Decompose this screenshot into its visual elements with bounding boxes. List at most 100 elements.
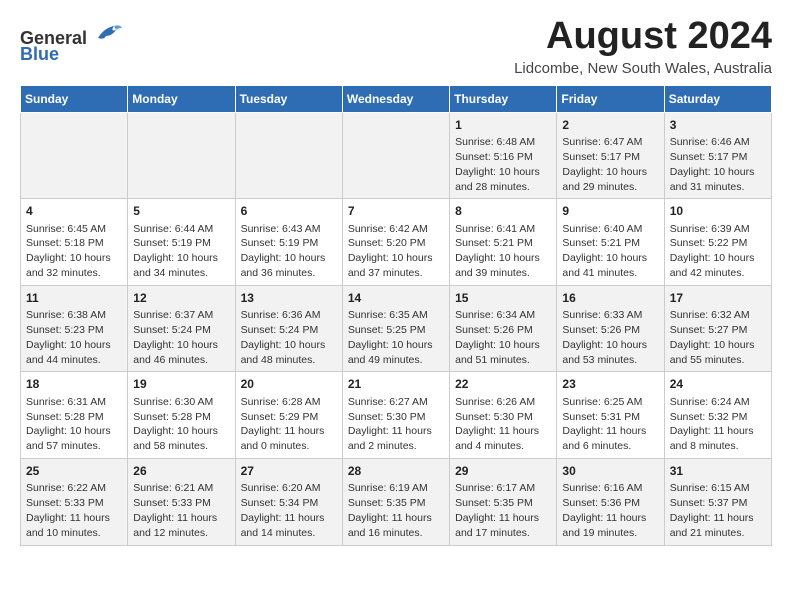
calendar-cell: 16 Sunrise: 6:33 AM Sunset: 5:26 PM Dayli… xyxy=(557,285,664,372)
calendar-cell xyxy=(342,112,449,199)
calendar-cell: 29 Sunrise: 6:17 AM Sunset: 5:35 PM Dayli… xyxy=(450,459,557,546)
calendar-cell: 11 Sunrise: 6:38 AM Sunset: 5:23 PM Dayli… xyxy=(21,285,128,372)
day-info: Sunrise: 6:40 AM Sunset: 5:21 PM Dayligh… xyxy=(562,223,647,280)
day-number: 25 xyxy=(26,463,122,479)
calendar-cell: 4 Sunrise: 6:45 AM Sunset: 5:18 PM Daylig… xyxy=(21,199,128,286)
calendar-cell: 17Sunrise: 6:32 AM Sunset: 5:27 PM Dayli… xyxy=(664,285,771,372)
day-info: Sunrise: 6:31 AM Sunset: 5:28 PM Dayligh… xyxy=(26,396,111,453)
calendar-cell: 6 Sunrise: 6:43 AM Sunset: 5:19 PM Daylig… xyxy=(235,199,342,286)
calendar-cell: 8 Sunrise: 6:41 AM Sunset: 5:21 PM Daylig… xyxy=(450,199,557,286)
calendar-cell: 18 Sunrise: 6:31 AM Sunset: 5:28 PM Dayli… xyxy=(21,372,128,459)
calendar-cell xyxy=(235,112,342,199)
day-number: 14 xyxy=(348,290,444,306)
day-info: Sunrise: 6:39 AM Sunset: 5:22 PM Dayligh… xyxy=(670,223,755,280)
day-number: 8 xyxy=(455,203,551,219)
day-info: Sunrise: 6:17 AM Sunset: 5:35 PM Dayligh… xyxy=(455,482,539,539)
day-number: 23 xyxy=(562,376,658,392)
day-info: Sunrise: 6:15 AM Sunset: 5:37 PM Dayligh… xyxy=(670,482,754,539)
header: General Blue August 2024 Lidcombe, New S… xyxy=(20,16,772,77)
day-info: Sunrise: 6:43 AM Sunset: 5:19 PM Dayligh… xyxy=(241,223,326,280)
calendar-cell: 31Sunrise: 6:15 AM Sunset: 5:37 PM Dayli… xyxy=(664,459,771,546)
day-info: Sunrise: 6:47 AM Sunset: 5:17 PM Dayligh… xyxy=(562,136,647,193)
day-number: 1 xyxy=(455,117,551,133)
calendar-cell: 21 Sunrise: 6:27 AM Sunset: 5:30 PM Dayli… xyxy=(342,372,449,459)
day-number: 29 xyxy=(455,463,551,479)
day-number: 20 xyxy=(241,376,337,392)
title-area: August 2024 Lidcombe, New South Wales, A… xyxy=(514,16,772,77)
day-info: Sunrise: 6:24 AM Sunset: 5:32 PM Dayligh… xyxy=(670,396,754,453)
day-info: Sunrise: 6:20 AM Sunset: 5:34 PM Dayligh… xyxy=(241,482,325,539)
day-info: Sunrise: 6:38 AM Sunset: 5:23 PM Dayligh… xyxy=(26,309,111,366)
day-info: Sunrise: 6:35 AM Sunset: 5:25 PM Dayligh… xyxy=(348,309,433,366)
day-info: Sunrise: 6:37 AM Sunset: 5:24 PM Dayligh… xyxy=(133,309,218,366)
day-number: 15 xyxy=(455,290,551,306)
day-info: Sunrise: 6:44 AM Sunset: 5:19 PM Dayligh… xyxy=(133,223,218,280)
day-number: 18 xyxy=(26,376,122,392)
week-row-4: 18 Sunrise: 6:31 AM Sunset: 5:28 PM Dayli… xyxy=(21,372,772,459)
calendar-cell: 5 Sunrise: 6:44 AM Sunset: 5:19 PM Daylig… xyxy=(128,199,235,286)
location-subtitle: Lidcombe, New South Wales, Australia xyxy=(514,60,772,77)
day-number: 21 xyxy=(348,376,444,392)
day-info: Sunrise: 6:46 AM Sunset: 5:17 PM Dayligh… xyxy=(670,136,755,193)
calendar-cell xyxy=(21,112,128,199)
calendar-cell: 7Sunrise: 6:42 AM Sunset: 5:20 PM Daylig… xyxy=(342,199,449,286)
day-number: 11 xyxy=(26,290,122,306)
calendar-cell: 3Sunrise: 6:46 AM Sunset: 5:17 PM Daylig… xyxy=(664,112,771,199)
week-row-5: 25 Sunrise: 6:22 AM Sunset: 5:33 PM Dayli… xyxy=(21,459,772,546)
calendar-cell: 12 Sunrise: 6:37 AM Sunset: 5:24 PM Dayli… xyxy=(128,285,235,372)
calendar-cell: 14 Sunrise: 6:35 AM Sunset: 5:25 PM Dayli… xyxy=(342,285,449,372)
day-info: Sunrise: 6:33 AM Sunset: 5:26 PM Dayligh… xyxy=(562,309,647,366)
day-number: 10 xyxy=(670,203,766,219)
calendar-cell: 10 Sunrise: 6:39 AM Sunset: 5:22 PM Dayli… xyxy=(664,199,771,286)
calendar-cell: 23 Sunrise: 6:25 AM Sunset: 5:31 PM Dayli… xyxy=(557,372,664,459)
day-info: Sunrise: 6:48 AM Sunset: 5:16 PM Dayligh… xyxy=(455,136,540,193)
day-number: 4 xyxy=(26,203,122,219)
day-info: Sunrise: 6:19 AM Sunset: 5:35 PM Dayligh… xyxy=(348,482,432,539)
day-info: Sunrise: 6:25 AM Sunset: 5:31 PM Dayligh… xyxy=(562,396,646,453)
day-info: Sunrise: 6:45 AM Sunset: 5:18 PM Dayligh… xyxy=(26,223,111,280)
day-info: Sunrise: 6:16 AM Sunset: 5:36 PM Dayligh… xyxy=(562,482,646,539)
day-info: Sunrise: 6:41 AM Sunset: 5:21 PM Dayligh… xyxy=(455,223,540,280)
week-row-2: 4 Sunrise: 6:45 AM Sunset: 5:18 PM Daylig… xyxy=(21,199,772,286)
day-header-sunday: Sunday xyxy=(21,85,128,112)
day-info: Sunrise: 6:34 AM Sunset: 5:26 PM Dayligh… xyxy=(455,309,540,366)
calendar-cell xyxy=(128,112,235,199)
month-title: August 2024 xyxy=(514,16,772,58)
day-number: 22 xyxy=(455,376,551,392)
day-number: 27 xyxy=(241,463,337,479)
calendar-table: SundayMondayTuesdayWednesdayThursdayFrid… xyxy=(20,85,772,546)
day-number: 6 xyxy=(241,203,337,219)
day-info: Sunrise: 6:32 AM Sunset: 5:27 PM Dayligh… xyxy=(670,309,755,366)
calendar-cell: 26 Sunrise: 6:21 AM Sunset: 5:33 PM Dayli… xyxy=(128,459,235,546)
calendar-cell: 15 Sunrise: 6:34 AM Sunset: 5:26 PM Dayli… xyxy=(450,285,557,372)
day-number: 5 xyxy=(133,203,229,219)
day-info: Sunrise: 6:36 AM Sunset: 5:24 PM Dayligh… xyxy=(241,309,326,366)
day-number: 2 xyxy=(562,117,658,133)
day-number: 12 xyxy=(133,290,229,306)
day-info: Sunrise: 6:21 AM Sunset: 5:33 PM Dayligh… xyxy=(133,482,217,539)
day-header-tuesday: Tuesday xyxy=(235,85,342,112)
day-header-friday: Friday xyxy=(557,85,664,112)
day-info: Sunrise: 6:27 AM Sunset: 5:30 PM Dayligh… xyxy=(348,396,432,453)
day-header-wednesday: Wednesday xyxy=(342,85,449,112)
day-info: Sunrise: 6:28 AM Sunset: 5:29 PM Dayligh… xyxy=(241,396,325,453)
day-info: Sunrise: 6:22 AM Sunset: 5:33 PM Dayligh… xyxy=(26,482,110,539)
day-header-monday: Monday xyxy=(128,85,235,112)
day-number: 9 xyxy=(562,203,658,219)
calendar-cell: 20 Sunrise: 6:28 AM Sunset: 5:29 PM Dayli… xyxy=(235,372,342,459)
day-info: Sunrise: 6:42 AM Sunset: 5:20 PM Dayligh… xyxy=(348,223,433,280)
calendar-cell: 25 Sunrise: 6:22 AM Sunset: 5:33 PM Dayli… xyxy=(21,459,128,546)
day-header-thursday: Thursday xyxy=(450,85,557,112)
day-info: Sunrise: 6:30 AM Sunset: 5:28 PM Dayligh… xyxy=(133,396,218,453)
day-info: Sunrise: 6:26 AM Sunset: 5:30 PM Dayligh… xyxy=(455,396,539,453)
logo-bird-icon xyxy=(94,20,122,44)
logo: General Blue xyxy=(20,20,122,65)
calendar-cell: 28Sunrise: 6:19 AM Sunset: 5:35 PM Dayli… xyxy=(342,459,449,546)
day-number: 24 xyxy=(670,376,766,392)
day-number: 26 xyxy=(133,463,229,479)
day-number: 16 xyxy=(562,290,658,306)
day-number: 30 xyxy=(562,463,658,479)
header-row: SundayMondayTuesdayWednesdayThursdayFrid… xyxy=(21,85,772,112)
calendar-cell: 13Sunrise: 6:36 AM Sunset: 5:24 PM Dayli… xyxy=(235,285,342,372)
calendar-cell: 27 Sunrise: 6:20 AM Sunset: 5:34 PM Dayli… xyxy=(235,459,342,546)
